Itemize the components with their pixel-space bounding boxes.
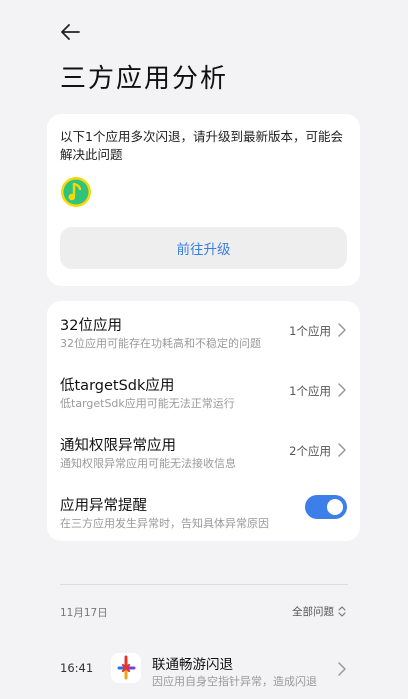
row-low-target-sdk[interactable]: 低targetSdk应用 低targetSdk应用可能无法正常运行 1个应用 [47, 361, 360, 421]
chevron-right-icon [338, 662, 346, 676]
chevron-right-icon [338, 323, 346, 337]
page-title: 三方应用分析 [60, 64, 229, 94]
qq-music-app-icon[interactable] [60, 176, 92, 208]
app-analysis-page: 三方应用分析 以下1个应用多次闪退，请升级到最新版本，可能会解决此问题 前往升级… [0, 0, 408, 699]
row-title: 应用异常提醒 [60, 498, 147, 514]
event-title: 联通畅游闪退 [152, 657, 233, 673]
toggle-knob [327, 499, 343, 515]
row-subtitle: 32位应用可能存在功耗高和不稳定的问题 [60, 337, 261, 350]
upgrade-message: 以下1个应用多次闪退，请升级到最新版本，可能会解决此问题 [60, 129, 343, 162]
row-subtitle: 在三方应用发生异常时，告知具体异常原因 [60, 517, 269, 530]
row-title: 32位应用 [60, 318, 122, 334]
filter-label: 全部问题 [292, 606, 334, 618]
row-subtitle: 低targetSdk应用可能无法正常运行 [60, 397, 235, 410]
event-subtitle: 因应用自身空指针异常，造成闪退 [152, 675, 317, 688]
row-title: 低targetSdk应用 [60, 378, 175, 394]
go-upgrade-button[interactable]: 前往升级 [60, 227, 347, 269]
unicom-app-icon [111, 653, 141, 683]
row-notification-permission[interactable]: 通知权限异常应用 通知权限异常应用可能无法接收信息 2个应用 [47, 421, 360, 481]
chevron-right-icon [338, 383, 346, 397]
chevron-right-icon [338, 443, 346, 457]
back-arrow-icon[interactable] [58, 20, 82, 44]
event-time: 16:41 [60, 661, 94, 675]
crash-event-row[interactable]: 16:41 联通畅游闪退 因应用自身空指针异常，造成闪退 [47, 642, 360, 699]
row-exception-alert: 应用异常提醒 在三方应用发生异常时，告知具体异常原因 [47, 481, 360, 541]
app-count: 1个应用 [289, 324, 331, 338]
app-count: 1个应用 [289, 384, 331, 398]
app-count: 2个应用 [289, 444, 331, 458]
row-title: 通知权限异常应用 [60, 438, 176, 454]
divider [60, 584, 348, 585]
exception-alert-toggle[interactable] [305, 495, 347, 519]
sort-updown-icon [338, 606, 346, 617]
row-subtitle: 通知权限异常应用可能无法接收信息 [60, 457, 236, 470]
app-issues-card: 32位应用 32位应用可能存在功耗高和不稳定的问题 1个应用 低targetSd… [47, 301, 360, 541]
upgrade-card: 以下1个应用多次闪退，请升级到最新版本，可能会解决此问题 前往升级 [47, 114, 360, 286]
filter-dropdown[interactable]: 全部问题 [292, 604, 346, 619]
row-32bit-apps[interactable]: 32位应用 32位应用可能存在功耗高和不稳定的问题 1个应用 [47, 301, 360, 361]
history-date: 11月17日 [60, 607, 108, 619]
